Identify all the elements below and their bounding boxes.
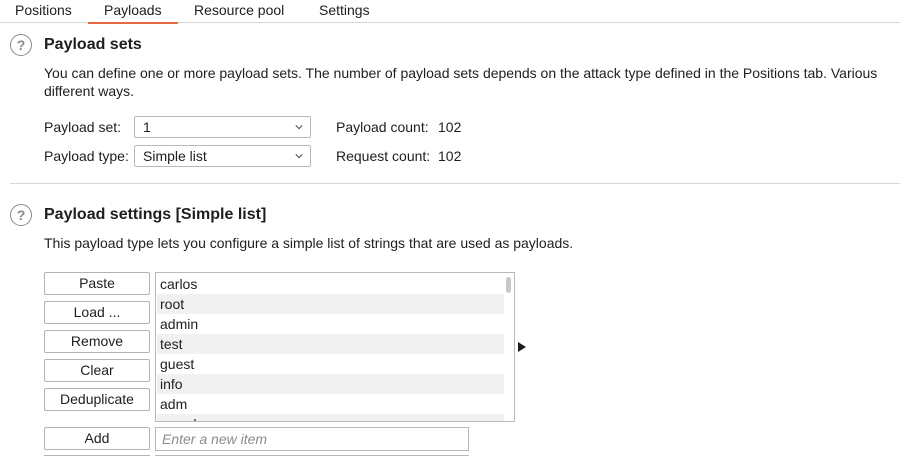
list-item[interactable]: guest	[157, 354, 504, 374]
payload-set-value: 1	[143, 119, 151, 135]
payload-count-value: 102	[438, 119, 462, 135]
tab-payloads[interactable]: Payloads	[88, 0, 178, 24]
list-item[interactable]: adm	[157, 394, 504, 414]
add-button[interactable]: Add	[44, 427, 150, 450]
list-item[interactable]: admin	[157, 314, 504, 334]
partial-field[interactable]	[155, 455, 469, 459]
section-divider	[10, 183, 900, 184]
payload-sets-title: Payload sets	[44, 36, 142, 53]
partial-button[interactable]	[44, 455, 150, 459]
tab-bar: Positions Payloads Resource pool Setting…	[0, 0, 900, 24]
remove-button[interactable]: Remove	[44, 330, 150, 353]
clear-button[interactable]: Clear	[44, 359, 150, 382]
scrollbar[interactable]	[505, 274, 513, 420]
payload-count-label: Payload count:	[336, 119, 429, 135]
list-item[interactable]: mysql	[157, 414, 504, 421]
payload-sets-description-line2: different ways.	[44, 83, 135, 99]
payload-list[interactable]: carlos root admin test guest info adm my…	[155, 272, 515, 422]
deduplicate-button[interactable]: Deduplicate	[44, 388, 150, 411]
paste-button[interactable]: Paste	[44, 272, 150, 295]
scrollbar-thumb[interactable]	[506, 277, 511, 293]
load-button[interactable]: Load ...	[44, 301, 150, 324]
payload-set-dropdown[interactable]: 1	[134, 116, 311, 138]
tab-resource-pool[interactable]: Resource pool	[194, 0, 284, 22]
expand-arrow-icon[interactable]	[518, 342, 526, 352]
chevron-down-icon	[295, 125, 303, 130]
payload-settings-description: This payload type lets you configure a s…	[44, 235, 574, 251]
payload-set-label: Payload set:	[44, 119, 122, 135]
payload-settings-title: Payload settings [Simple list]	[44, 206, 267, 223]
request-count-label: Request count:	[336, 148, 431, 164]
payload-type-dropdown[interactable]: Simple list	[134, 145, 311, 167]
list-item[interactable]: test	[157, 334, 504, 354]
payload-sets-description-line1: You can define one or more payload sets.…	[44, 65, 878, 81]
list-item[interactable]: carlos	[157, 274, 504, 294]
tab-positions[interactable]: Positions	[15, 0, 72, 22]
request-count-value: 102	[438, 148, 462, 164]
payload-type-label: Payload type:	[44, 148, 129, 164]
help-icon[interactable]: ?	[10, 34, 32, 56]
tab-settings[interactable]: Settings	[319, 0, 370, 22]
list-item[interactable]: info	[157, 374, 504, 394]
list-item[interactable]: root	[157, 294, 504, 314]
payload-type-value: Simple list	[143, 148, 207, 164]
help-icon[interactable]: ?	[10, 204, 32, 226]
new-item-input[interactable]	[155, 427, 469, 451]
chevron-down-icon	[295, 154, 303, 159]
